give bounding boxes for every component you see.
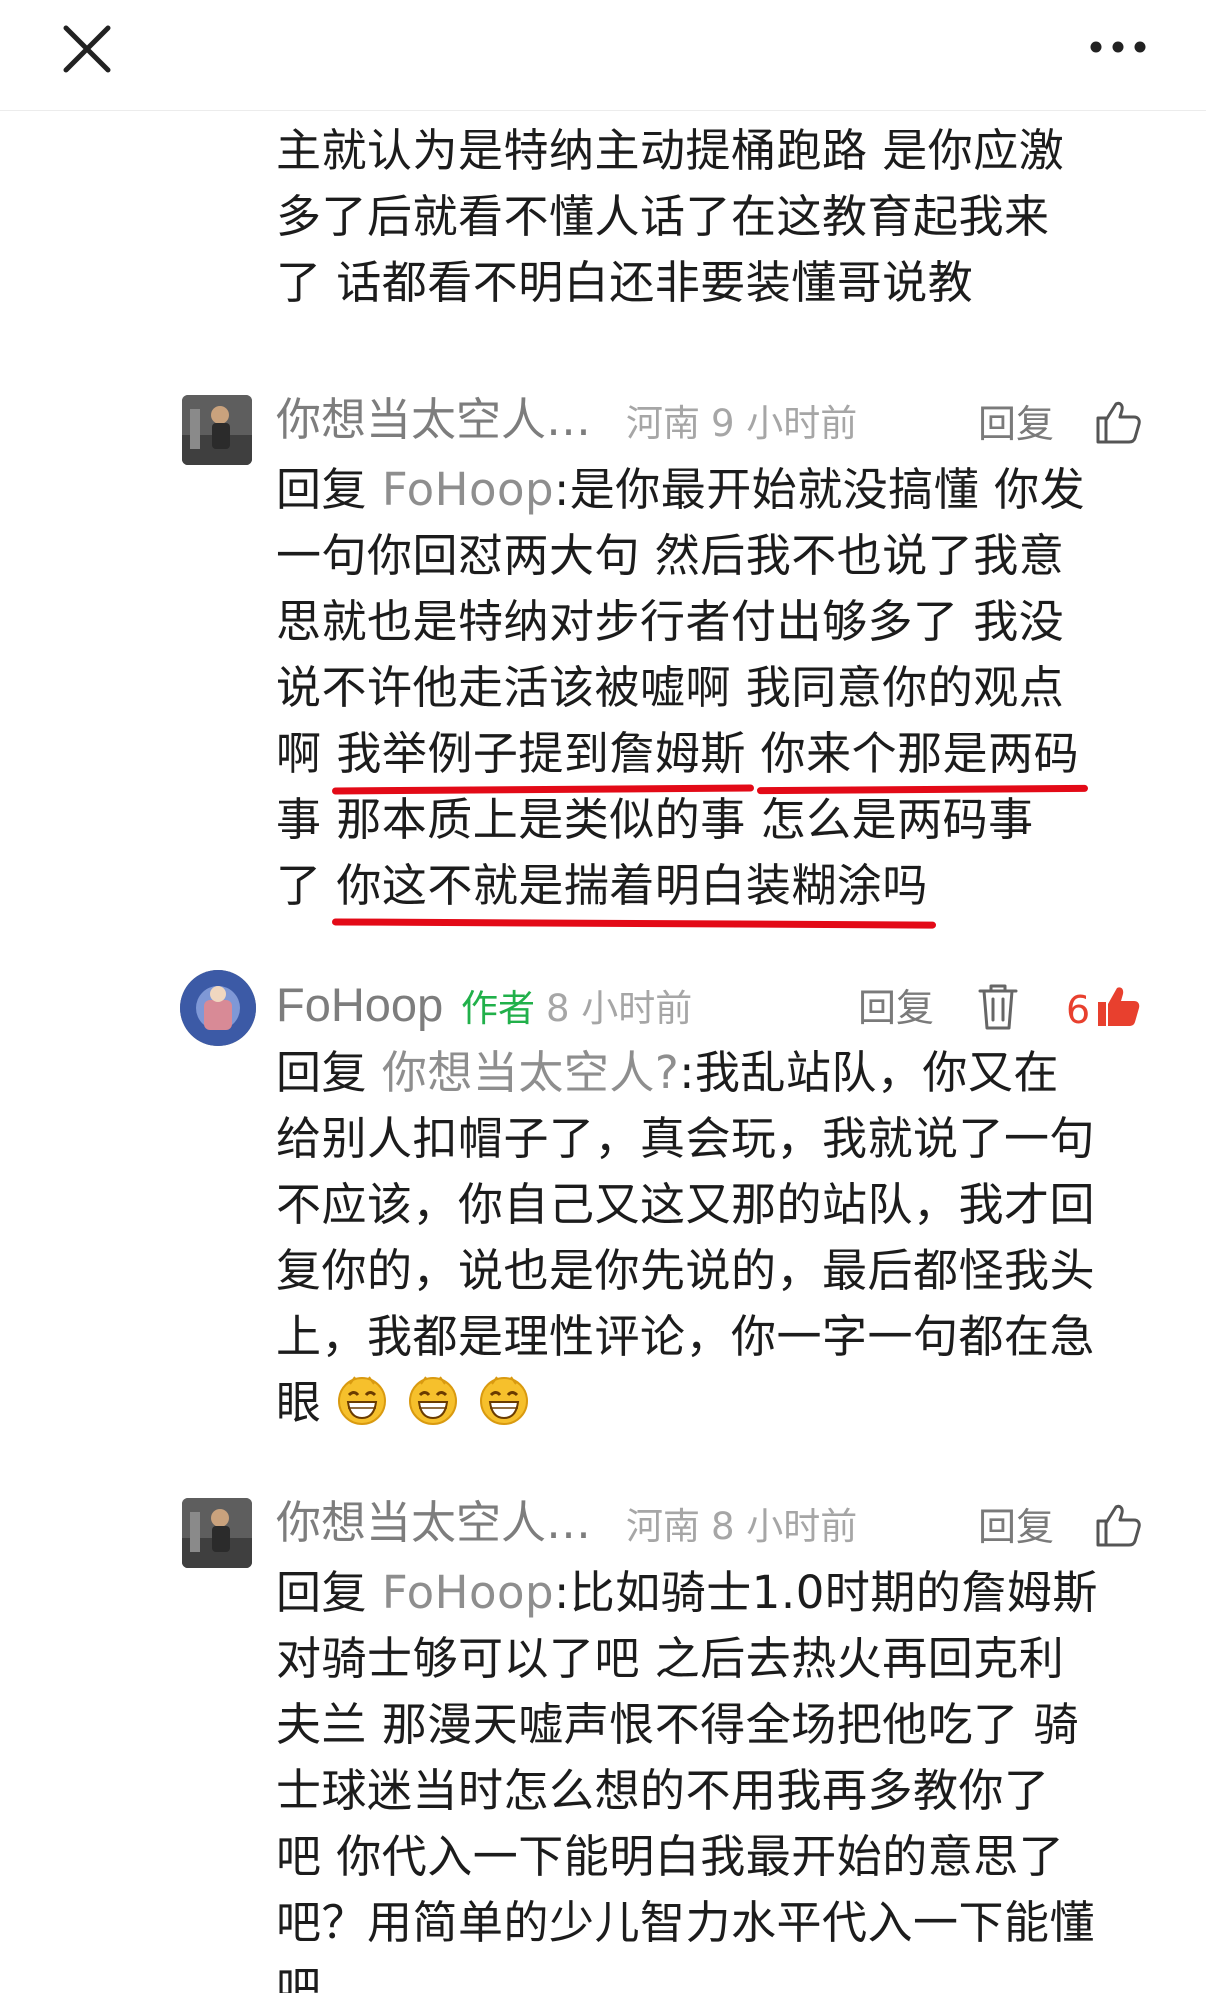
red-underline-highlight: 你来个那是两码 [760, 727, 1080, 780]
avatar[interactable] [182, 1498, 252, 1568]
like-icon[interactable] [1094, 1501, 1142, 1549]
comment-line: 复你的，说也是你先说的，最后都怪我头 [276, 1244, 1096, 1297]
avatar[interactable] [182, 395, 252, 465]
location: 河南 [626, 1505, 700, 1548]
reply-prefix: 回复 [276, 1046, 368, 1099]
trash-icon[interactable] [976, 982, 1020, 1032]
red-underline-highlight: 我举例子提到詹姆斯 [336, 727, 746, 780]
comment-line: 一句你回怼两大句 然后我不也说了我意 [276, 529, 1065, 582]
like-icon[interactable] [1094, 982, 1142, 1030]
author-badge: 作者 [461, 987, 535, 1030]
comment-line: 吧 你代入一下能明白我最开始的意思了 [276, 1830, 1065, 1883]
grin-emoji-icon [407, 1376, 478, 1429]
comment-line: 事 那本质上是类似的事 怎么是两码事 [276, 793, 1034, 846]
mention-link[interactable]: 你想当太空人? [382, 1046, 679, 1099]
comment-text: 回复 FoHoop:比如骑士1.0时期的詹姆斯 对骑士够可以了吧 之后去热火再回… [276, 1560, 1146, 1993]
reply-prefix: 回复 [276, 1566, 368, 1619]
username[interactable]: 你想当太空人… [276, 1493, 591, 1553]
comment-line: 吧 [276, 1962, 322, 1993]
comment-line: :我乱站队，你又在 [679, 1046, 1059, 1099]
grin-emoji-icon [478, 1376, 534, 1429]
timestamp: 8 小时前 [546, 987, 693, 1030]
username[interactable]: FoHoop [276, 975, 443, 1035]
reply-button[interactable]: 回复 [978, 394, 1054, 454]
location: 河南 [626, 402, 700, 445]
comment-line: 夫兰 那漫天嘘声恨不得全场把他吃了 骑 [276, 1698, 1080, 1751]
comment-line: 眼 [276, 1376, 322, 1429]
comment-line: 吧？用简单的少儿智力水平代入一下能懂 [276, 1896, 1096, 1949]
comment-line: 说不许他走活该被嘘啊 我同意你的观点 [276, 661, 1065, 714]
comment-line: :比如骑士1.0时期的詹姆斯 [554, 1566, 1098, 1619]
red-underline-highlight: 你这不就是揣着明白装糊涂吗 [336, 859, 928, 912]
comment-line: 了 [276, 859, 337, 912]
comment-line: :是你最开始就没搞懂 你发 [554, 463, 1086, 516]
avatar[interactable] [180, 970, 256, 1046]
comment-thread: 已激励的 有暗号桶哥的 他们人设自己为 主就认为是特纳主动提桶跑路 是你应激 多… [0, 90, 1206, 1993]
comment-line: 不应该，你自己又这又那的站队，我才回 [276, 1178, 1096, 1231]
reply-prefix: 回复 [276, 463, 368, 516]
reply-button[interactable]: 回复 [978, 1497, 1054, 1557]
timestamp: 8 小时前 [711, 1505, 858, 1548]
comment-text: 回复 你想当太空人?:我乱站队，你又在 给别人扣帽子了，真会玩，我就说了一句 不… [276, 1040, 1146, 1436]
mention-link[interactable]: FoHoop [382, 463, 554, 516]
comment-line: 上，我都是理性评论，你一字一句都在急 [276, 1310, 1096, 1363]
reply-button[interactable]: 回复 [858, 978, 934, 1038]
comment-line: 啊 [276, 727, 337, 780]
comment-line: 思就也是特纳对步行者付出够多了 我没 [276, 595, 1065, 648]
comment-line: 士球迷当时怎么想的不用我再多教你了 [276, 1764, 1050, 1817]
like-count: 6 [1066, 988, 1091, 1032]
comment-line: 了 话都看不明白还非要装懂哥说教 [276, 256, 974, 309]
comment-line: 主就认为是特纳主动提桶跑路 是你应激 [276, 124, 1065, 177]
username[interactable]: 你想当太空人… [276, 390, 591, 450]
more-icon[interactable] [1088, 32, 1148, 62]
mention-link[interactable]: FoHoop [382, 1566, 554, 1619]
comment-line: 对骑士够可以了吧 之后去热火再回克利 [276, 1632, 1065, 1685]
close-icon[interactable] [60, 22, 114, 76]
top-bar [0, 0, 1206, 111]
comment-line: 多了后就看不懂人话了在这教育起我来 [276, 190, 1050, 243]
comment-text: 已激励的 有暗号桶哥的 他们人设自己为 主就认为是特纳主动提桶跑路 是你应激 多… [276, 90, 1146, 316]
like-icon[interactable] [1094, 398, 1142, 446]
comment-line: 给别人扣帽子了，真会玩，我就说了一句 [276, 1112, 1096, 1165]
comment-text: 回复 FoHoop:是你最开始就没搞懂 你发 一句你回怼两大句 然后我不也说了我… [276, 457, 1146, 919]
grin-emoji-icon [322, 1376, 408, 1429]
timestamp: 9 小时前 [711, 402, 858, 445]
